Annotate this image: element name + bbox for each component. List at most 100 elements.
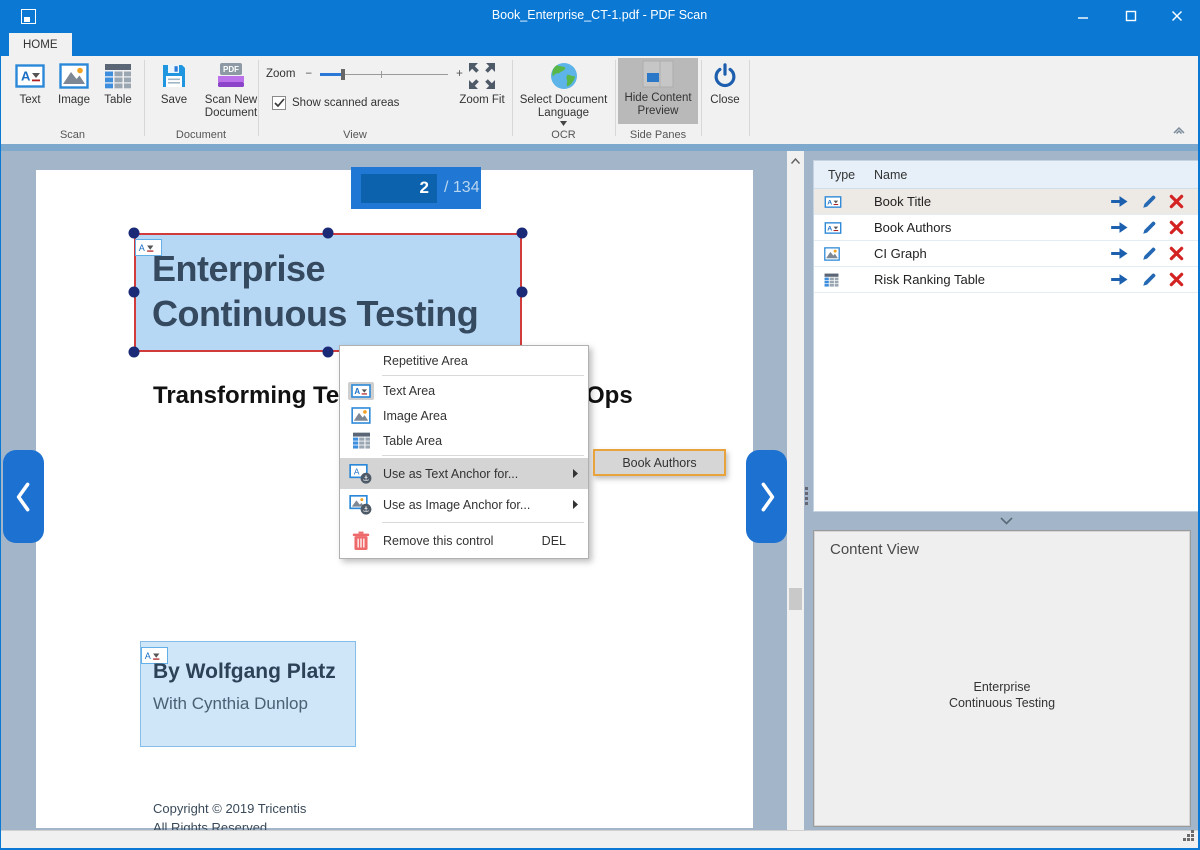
vertical-scrollbar[interactable] (787, 151, 804, 830)
resize-grip[interactable] (1183, 828, 1194, 846)
minimize-button[interactable] (1068, 6, 1098, 26)
text-anchor-icon: A⚓ (348, 464, 374, 484)
ribbon-group-document: Save PDF Scan New Document Document (144, 56, 258, 144)
book-authors-line2: With Cynthia Dunlop (153, 694, 308, 714)
page-number-input[interactable]: 2 (361, 174, 437, 203)
goto-control-button[interactable] (1110, 273, 1129, 286)
chevron-right-icon (756, 479, 778, 515)
image-area-icon (348, 407, 374, 424)
close-window-button[interactable] (1162, 6, 1192, 26)
edit-control-button[interactable] (1141, 194, 1157, 210)
zoom-slider-thumb[interactable] (341, 69, 345, 80)
save-button[interactable]: Save (152, 60, 196, 107)
panel-splitter-handle[interactable] (804, 487, 809, 505)
next-page-button[interactable] (746, 450, 787, 543)
group-label-document: Document (144, 129, 258, 141)
selection-handle-n[interactable] (323, 228, 334, 239)
svg-text:A: A (354, 466, 360, 476)
table-area-icon (104, 60, 132, 92)
delete-control-button[interactable] (1169, 194, 1184, 209)
menu-item-remove-control[interactable]: Remove this control DEL (340, 525, 588, 556)
ribbon-tab-row: HOME (1, 33, 1198, 56)
svg-text:A: A (827, 199, 832, 206)
image-area-button[interactable]: Image (53, 60, 95, 107)
group-label-side-panes: Side Panes (615, 129, 701, 141)
content-view-splitter[interactable] (813, 512, 1199, 530)
svg-text:A: A (354, 387, 360, 396)
zoom-out-button[interactable]: − (305, 68, 312, 80)
previous-page-button[interactable] (3, 450, 44, 543)
select-document-language-button[interactable]: Select Document Language (516, 60, 611, 126)
scan-new-document-button[interactable]: PDF Scan New Document (200, 60, 262, 120)
edit-control-button[interactable] (1141, 246, 1157, 262)
status-bar (1, 830, 1198, 848)
svg-text:⚓: ⚓ (363, 505, 370, 514)
goto-control-button[interactable] (1110, 221, 1129, 234)
show-scanned-areas-checkbox[interactable]: Show scanned areas (272, 96, 399, 110)
edit-control-button[interactable] (1141, 220, 1157, 236)
selection-handle-ne[interactable] (517, 228, 528, 239)
menu-item-use-as-text-anchor[interactable]: A⚓ Use as Text Anchor for... (340, 458, 588, 489)
ribbon-bottom-strip (1, 144, 1198, 151)
collapse-ribbon-button[interactable] (1172, 122, 1186, 140)
menu-item-repetitive-area[interactable]: Repetitive Area (340, 348, 588, 373)
menu-item-image-area[interactable]: Image Area (340, 403, 588, 428)
text-area-badge-icon[interactable]: A (135, 239, 162, 256)
book-subtitle-left: Transforming Tes (153, 382, 353, 410)
selection-handle-nw[interactable] (129, 228, 140, 239)
zoom-slider-row: Zoom − + (266, 68, 463, 80)
table-area-button[interactable]: Table (97, 60, 139, 107)
text-area-icon: A (348, 382, 374, 400)
selection-handle-e[interactable] (517, 287, 528, 298)
delete-control-button[interactable] (1169, 220, 1184, 235)
power-icon (711, 60, 739, 92)
hide-content-preview-icon (642, 58, 674, 90)
image-area-icon (814, 247, 874, 261)
svg-text:PDF: PDF (223, 65, 239, 74)
chevron-left-icon (13, 479, 35, 515)
close-icon (1171, 10, 1183, 22)
close-pane-button[interactable]: Close (703, 60, 747, 107)
zoom-fit-button[interactable]: Zoom Fit (456, 60, 508, 107)
globe-icon (549, 60, 579, 92)
table-area-icon (348, 432, 374, 449)
svg-text:A: A (145, 651, 152, 661)
maximize-button[interactable] (1116, 6, 1146, 26)
goto-control-button[interactable] (1110, 247, 1129, 260)
tab-home[interactable]: HOME (9, 33, 72, 56)
edit-control-button[interactable] (1141, 272, 1157, 288)
text-area-button[interactable]: A Text (9, 60, 51, 107)
svg-text:A: A (21, 69, 31, 84)
table-row-book-title[interactable]: A Book Title (814, 189, 1198, 215)
book-subtitle-right: Ops (586, 382, 633, 410)
scroll-up-button[interactable] (787, 154, 804, 168)
zoom-label: Zoom (266, 68, 295, 80)
title-bar: Book_Enterprise_CT-1.pdf - PDF Scan (1, 0, 1198, 33)
ribbon-group-scan: A Text Image Table Scan (1, 56, 144, 144)
selection-handle-s[interactable] (323, 347, 334, 358)
menu-item-use-as-image-anchor[interactable]: ⚓ Use as Image Anchor for... (340, 489, 588, 520)
app-window: Book_Enterprise_CT-1.pdf - PDF Scan HOME… (0, 0, 1200, 850)
selection-handle-sw[interactable] (129, 347, 140, 358)
submenu-item-book-authors[interactable]: Book Authors (593, 449, 726, 476)
context-menu: Repetitive Area A Text Area Image Area T… (339, 345, 589, 559)
svg-text:A: A (139, 243, 146, 253)
pdf-scan-icon: PDF (215, 60, 247, 92)
svg-text:A: A (827, 225, 832, 232)
submenu-arrow-icon (573, 500, 578, 509)
zoom-fit-icon (466, 60, 498, 92)
menu-item-table-area[interactable]: Table Area (340, 428, 588, 453)
delete-control-button[interactable] (1169, 272, 1184, 287)
window-title: Book_Enterprise_CT-1.pdf - PDF Scan (1, 8, 1198, 22)
menu-item-text-area[interactable]: A Text Area (340, 378, 588, 403)
column-header-type: Type (814, 168, 874, 182)
scrollbar-thumb[interactable] (789, 588, 802, 610)
zoom-slider[interactable] (320, 69, 448, 80)
table-row-book-authors[interactable]: A Book Authors (814, 215, 1198, 241)
goto-control-button[interactable] (1110, 195, 1129, 208)
table-row-risk-ranking-table[interactable]: Risk Ranking Table (814, 267, 1198, 293)
delete-control-button[interactable] (1169, 246, 1184, 261)
selection-handle-w[interactable] (129, 287, 140, 298)
table-row-ci-graph[interactable]: CI Graph (814, 241, 1198, 267)
hide-content-preview-button[interactable]: Hide Content Preview (618, 58, 698, 124)
